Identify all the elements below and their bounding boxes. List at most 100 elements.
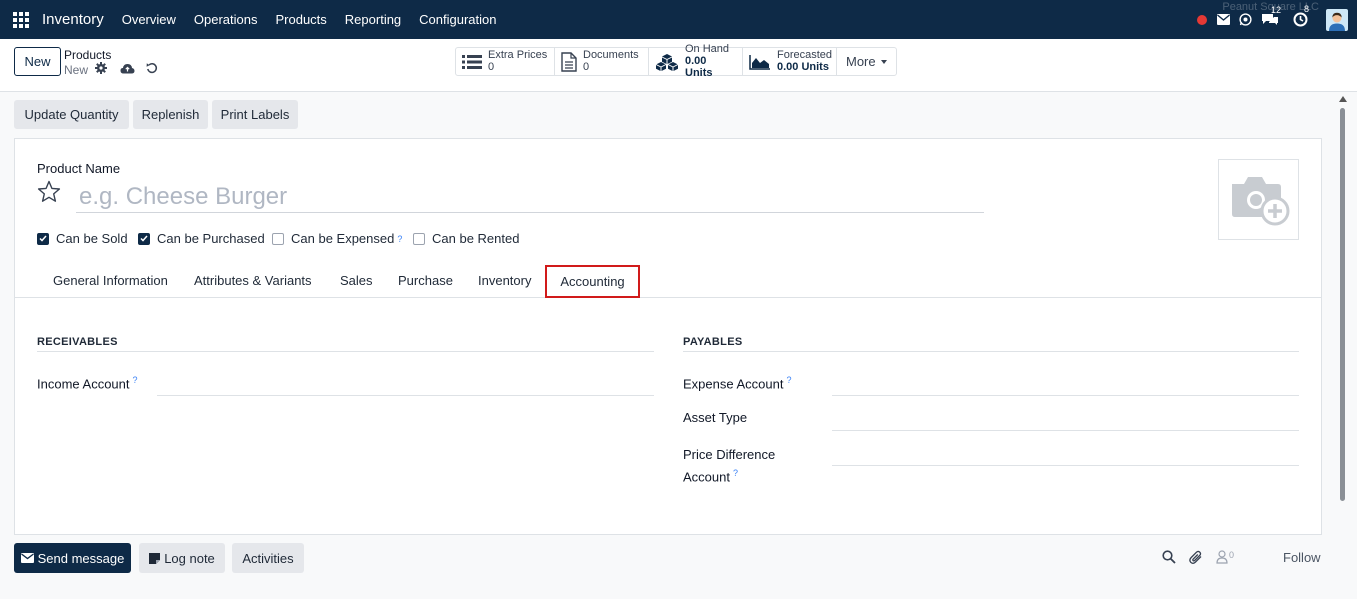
product-image-upload[interactable]: [1218, 159, 1299, 240]
can-be-purchased-label: Can be Purchased: [157, 231, 265, 246]
clock-icon[interactable]: 8: [1293, 4, 1309, 27]
menu-operations[interactable]: Operations: [194, 12, 258, 27]
can-be-sold-checkbox[interactable]: Can be Sold: [37, 231, 128, 246]
extra-prices-value: 0: [488, 61, 495, 73]
messages-count-badge: 12: [1271, 5, 1282, 15]
can-be-rented-checkbox[interactable]: Can be Rented: [413, 231, 519, 246]
documents-label: Documents: [583, 49, 639, 61]
expense-account-input[interactable]: [832, 395, 1299, 396]
product-name-input[interactable]: e.g. Cheese Burger: [76, 180, 984, 213]
forecasted-value: 0.00 Units: [777, 61, 829, 73]
menu-overview[interactable]: Overview: [122, 12, 176, 27]
on-hand-value: 0.00 Units: [685, 55, 713, 79]
messages-icon[interactable]: 12: [1261, 5, 1281, 26]
income-account-label: Income Account?: [37, 375, 138, 391]
can-be-rented-label: Can be Rented: [432, 231, 520, 246]
followers-count: 0: [1229, 550, 1235, 560]
control-panel: New Products New Extra Prices 0 Documents…: [0, 39, 1357, 92]
on-hand-label: On Hand: [685, 43, 730, 55]
activities-button[interactable]: Activities: [232, 543, 304, 573]
asset-type-input[interactable]: [832, 430, 1299, 431]
expense-account-text: Expense Account: [683, 376, 784, 392]
envelope-icon: [20, 553, 34, 563]
can-be-expensed-checkbox[interactable]: Can be Expensed ?: [272, 231, 402, 246]
tab-general-information[interactable]: General Information: [53, 273, 168, 288]
tab-accounting[interactable]: Accounting: [545, 265, 640, 298]
replenish-button[interactable]: Replenish: [133, 100, 208, 129]
sticky-note-icon: [149, 552, 161, 564]
document-icon: [561, 51, 577, 72]
tab-attributes-variants[interactable]: Attributes & Variants: [194, 273, 312, 288]
envelope-icon[interactable]: [1217, 14, 1230, 25]
price-difference-account-label: Price Difference Account?: [683, 446, 775, 486]
price-difference-text: Price Difference: [683, 447, 776, 462]
status-dot-icon[interactable]: [1197, 14, 1207, 25]
gear-icon[interactable]: [95, 62, 108, 77]
more-dropdown[interactable]: More: [837, 48, 896, 75]
help-tooltip-icon[interactable]: ?: [786, 375, 791, 385]
expense-account-label: Expense Account?: [683, 375, 791, 391]
smart-buttons: Extra Prices 0 Documents 0 On Hand 0.00 Uni…: [455, 44, 897, 79]
documents-value: 0: [583, 61, 590, 73]
checkbox-empty-icon: [413, 232, 425, 245]
price-difference-account-input[interactable]: [832, 465, 1299, 466]
help-tooltip-icon[interactable]: ?: [733, 468, 738, 478]
help-tooltip-icon[interactable]: ?: [397, 234, 402, 244]
scroll-up-arrow-icon[interactable]: [1339, 96, 1347, 102]
account-text: Account: [683, 469, 730, 485]
menu-products[interactable]: Products: [275, 12, 326, 27]
on-hand-button[interactable]: On Hand 0.00 Units: [649, 44, 743, 79]
more-label: More: [846, 54, 876, 69]
cloud-upload-icon[interactable]: [120, 63, 135, 77]
update-quantity-button[interactable]: Update Quantity: [14, 100, 129, 129]
new-button[interactable]: New: [14, 47, 61, 76]
whatsapp-icon[interactable]: [1239, 13, 1252, 26]
product-name-label: Product Name: [37, 161, 121, 176]
can-be-sold-label: Can be Sold: [56, 231, 128, 246]
form-tabs: General Information Attributes & Variant…: [15, 265, 1321, 298]
activities-count-badge: 8: [1304, 4, 1310, 14]
checkbox-checked-icon: [138, 232, 150, 245]
list-icon: [462, 54, 482, 70]
paperclip-icon[interactable]: [1189, 550, 1203, 568]
app-brand[interactable]: Inventory: [42, 11, 104, 28]
send-message-button[interactable]: Send message: [14, 543, 131, 573]
help-tooltip-icon[interactable]: ?: [133, 375, 138, 385]
record-name: New: [64, 62, 89, 77]
follow-button[interactable]: Follow: [1283, 550, 1321, 565]
search-icon[interactable]: [1162, 550, 1176, 567]
checkbox-checked-icon: [37, 232, 49, 245]
breadcrumb-products[interactable]: Products: [64, 48, 111, 62]
receivables-divider: [37, 351, 654, 352]
breadcrumb-current: New: [64, 62, 158, 77]
cubes-icon: [655, 53, 679, 71]
documents-button[interactable]: Documents 0: [555, 48, 649, 75]
top-navbar: Inventory Overview Operations Products R…: [0, 0, 1357, 39]
tab-sales[interactable]: Sales: [340, 273, 373, 288]
menu-reporting[interactable]: Reporting: [345, 12, 401, 27]
forecasted-button[interactable]: Forecasted 0.00 Units: [743, 48, 837, 75]
log-note-label: Log note: [164, 550, 215, 566]
apps-menu-icon[interactable]: [13, 11, 29, 28]
extra-prices-label: Extra Prices: [488, 49, 548, 61]
menu-configuration[interactable]: Configuration: [419, 12, 496, 27]
log-note-button[interactable]: Log note: [139, 543, 225, 573]
area-chart-icon: [749, 54, 771, 70]
can-be-purchased-checkbox[interactable]: Can be Purchased: [138, 231, 265, 246]
forecasted-label: Forecasted: [777, 49, 833, 61]
extra-prices-button[interactable]: Extra Prices 0: [456, 48, 555, 75]
income-account-text: Income Account: [37, 376, 130, 392]
discard-icon[interactable]: [146, 62, 158, 77]
tab-purchase[interactable]: Purchase: [398, 273, 453, 288]
tab-inventory[interactable]: Inventory: [478, 273, 531, 288]
income-account-input[interactable]: [157, 395, 654, 396]
payables-divider: [683, 351, 1299, 352]
print-labels-button[interactable]: Print Labels: [212, 100, 298, 129]
receivables-title: RECEIVABLES: [37, 336, 118, 348]
followers-icon[interactable]: 0: [1216, 550, 1234, 564]
star-icon[interactable]: [37, 180, 61, 206]
scrollbar-thumb[interactable]: [1340, 108, 1345, 501]
user-avatar[interactable]: [1326, 8, 1348, 31]
can-be-expensed-label: Can be Expensed: [291, 231, 395, 246]
payables-title: PAYABLES: [683, 336, 743, 348]
